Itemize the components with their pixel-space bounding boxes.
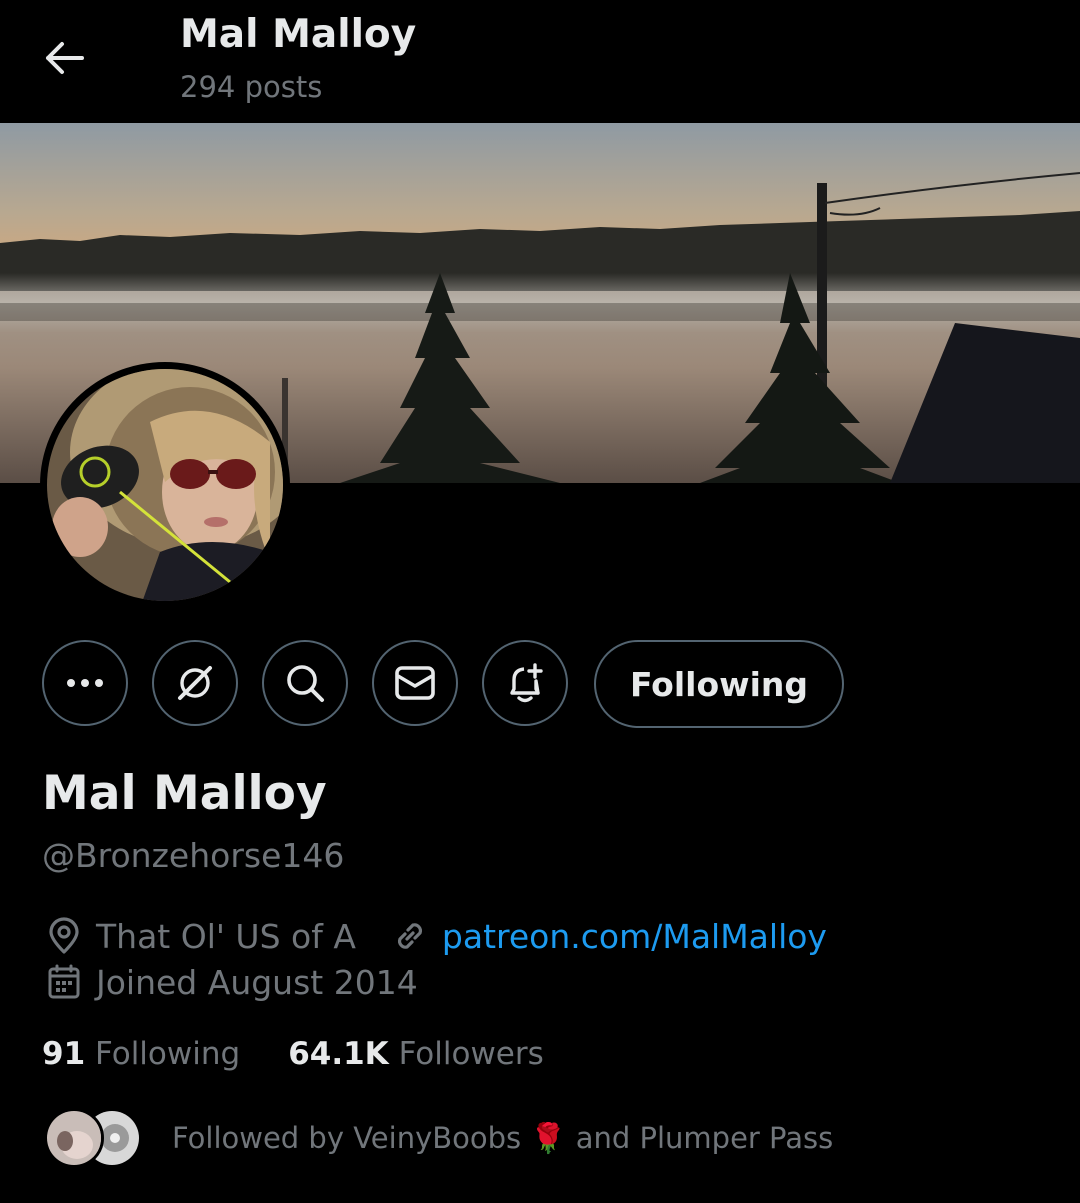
notification-add-icon bbox=[510, 663, 543, 703]
notifications-button[interactable] bbox=[482, 640, 568, 726]
back-button[interactable] bbox=[36, 30, 92, 86]
search-icon bbox=[287, 665, 324, 702]
profile-location: That Ol' US of A bbox=[96, 916, 356, 956]
more-button[interactable] bbox=[42, 640, 128, 726]
profile-stats: 91 Following 64.1K Followers bbox=[42, 1036, 544, 1072]
profile-website-link[interactable]: patreon.com/MalMalloy bbox=[442, 917, 827, 956]
followers-stat[interactable]: 64.1K Followers bbox=[288, 1036, 544, 1072]
followers-label: Followers bbox=[398, 1036, 544, 1072]
following-count: 91 bbox=[42, 1036, 86, 1072]
header-title: Mal Malloy bbox=[180, 12, 417, 57]
message-button[interactable] bbox=[372, 640, 458, 726]
following-stat[interactable]: 91 Following bbox=[42, 1036, 240, 1072]
search-button[interactable] bbox=[262, 640, 348, 726]
profile-meta-row: That Ol' US of A patreon.com/MalMalloy bbox=[44, 916, 827, 956]
back-arrow-icon bbox=[46, 42, 84, 74]
following-label: Following bbox=[95, 1036, 241, 1072]
followed-by-row[interactable]: Followed by VeinyBoobs 🌹 and Plumper Pas… bbox=[44, 1108, 833, 1168]
follower-avatar bbox=[44, 1108, 104, 1168]
link-icon bbox=[390, 916, 430, 956]
top-bar: Mal Malloy 294 posts bbox=[0, 0, 1080, 123]
followed-by-prefix: Followed by VeinyBoobs bbox=[172, 1120, 522, 1155]
calendar-icon bbox=[44, 962, 84, 1002]
profile-handle: @Bronzehorse146 bbox=[42, 836, 345, 875]
followed-by-suffix: and Plumper Pass bbox=[575, 1120, 834, 1155]
grok-icon bbox=[178, 666, 212, 700]
profile-joined-date: Joined August 2014 bbox=[96, 962, 418, 1002]
followed-by-text: Followed by VeinyBoobs 🌹 and Plumper Pas… bbox=[172, 1121, 833, 1156]
more-icon bbox=[67, 679, 103, 687]
following-button[interactable]: Following bbox=[594, 640, 844, 728]
header-post-count: 294 posts bbox=[180, 70, 323, 104]
profile-avatar[interactable] bbox=[40, 362, 290, 608]
location-icon bbox=[44, 916, 84, 956]
profile-joined-row: Joined August 2014 bbox=[44, 962, 418, 1002]
followers-count: 64.1K bbox=[288, 1036, 389, 1072]
grok-button[interactable] bbox=[152, 640, 238, 726]
avatar-image bbox=[47, 369, 283, 601]
rose-emoji: 🌹 bbox=[530, 1120, 567, 1155]
profile-display-name: Mal Malloy bbox=[42, 766, 327, 821]
message-icon bbox=[395, 666, 435, 700]
